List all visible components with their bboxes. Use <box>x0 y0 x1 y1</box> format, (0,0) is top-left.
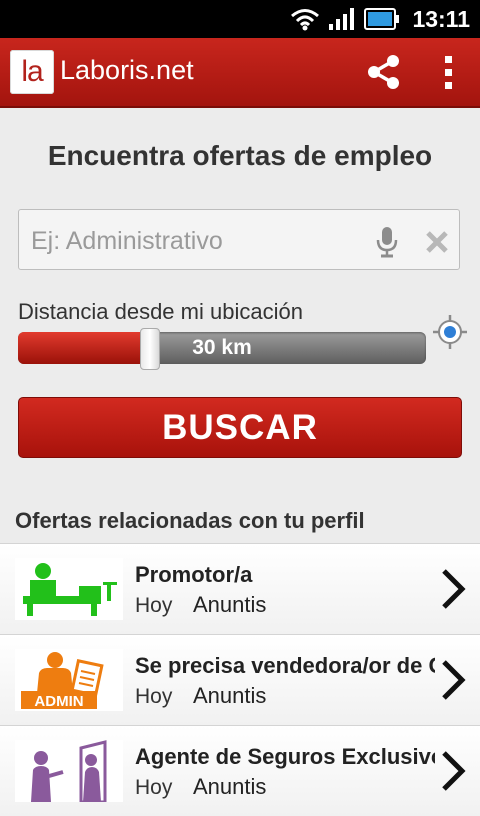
promoter-desk-icon <box>23 563 117 616</box>
admin-icon-label: ADMIN <box>34 693 83 710</box>
search-field[interactable] <box>18 209 460 270</box>
action-bar: la Laboris.net <box>0 38 480 108</box>
offer-source: Anuntis <box>193 683 267 708</box>
signal-icon <box>329 8 355 30</box>
clear-icon[interactable] <box>425 230 449 254</box>
people-door-icon <box>31 740 107 804</box>
offer-title: Promotor/a <box>135 562 253 587</box>
offers-list: Promotor/a Hoy Anuntis ADMIN Se precisa … <box>0 543 480 816</box>
offer-title: Agente de Seguros Exclusivo e <box>135 744 435 769</box>
logo-text: la <box>21 55 43 88</box>
page-heading: Encuentra ofertas de empleo <box>47 140 433 171</box>
slider-handle[interactable] <box>140 328 160 370</box>
offer-source: Anuntis <box>193 592 267 617</box>
offer-thumbnail <box>15 740 123 804</box>
list-item[interactable]: Promotor/a Hoy Anuntis <box>0 543 480 634</box>
chevron-right-icon <box>442 569 466 609</box>
offer-date: Hoy <box>135 776 173 799</box>
status-icons: 13:11 <box>290 0 470 38</box>
location-target-icon[interactable] <box>432 314 468 350</box>
status-bar: 13:11 <box>0 0 480 38</box>
list-item[interactable]: Agente de Seguros Exclusivo e Hoy Anunti… <box>0 725 480 816</box>
share-icon[interactable] <box>364 52 404 92</box>
app-logo[interactable]: la <box>10 50 54 94</box>
offer-date: Hoy <box>135 685 173 708</box>
microphone-icon[interactable] <box>375 226 399 258</box>
offer-thumbnail: ADMIN <box>15 649 123 711</box>
related-offers-title: Ofertas relacionadas con tu perfil <box>15 508 365 533</box>
distance-slider[interactable]: 30 km <box>18 332 426 364</box>
slider-value: 30 km <box>192 336 252 359</box>
search-input[interactable] <box>29 220 373 262</box>
chevron-right-icon <box>442 751 466 791</box>
status-time: 13:11 <box>412 5 470 32</box>
offer-thumbnail <box>15 558 123 620</box>
chevron-right-icon <box>442 660 466 700</box>
battery-icon <box>364 8 400 30</box>
list-item[interactable]: ADMIN Se precisa vendedora/or de Co Hoy … <box>0 634 480 725</box>
wifi-icon <box>291 9 320 31</box>
offer-title: Se precisa vendedora/or de Co <box>135 653 435 678</box>
admin-person-icon: ADMIN <box>21 652 104 710</box>
app-title: Laboris.net <box>60 55 194 85</box>
offer-date: Hoy <box>135 594 173 617</box>
offer-source: Anuntis <box>193 774 267 799</box>
distance-label: Distancia desde mi ubicación <box>18 299 303 324</box>
search-button[interactable]: BUSCAR <box>18 397 462 458</box>
overflow-menu-icon[interactable] <box>430 52 466 92</box>
